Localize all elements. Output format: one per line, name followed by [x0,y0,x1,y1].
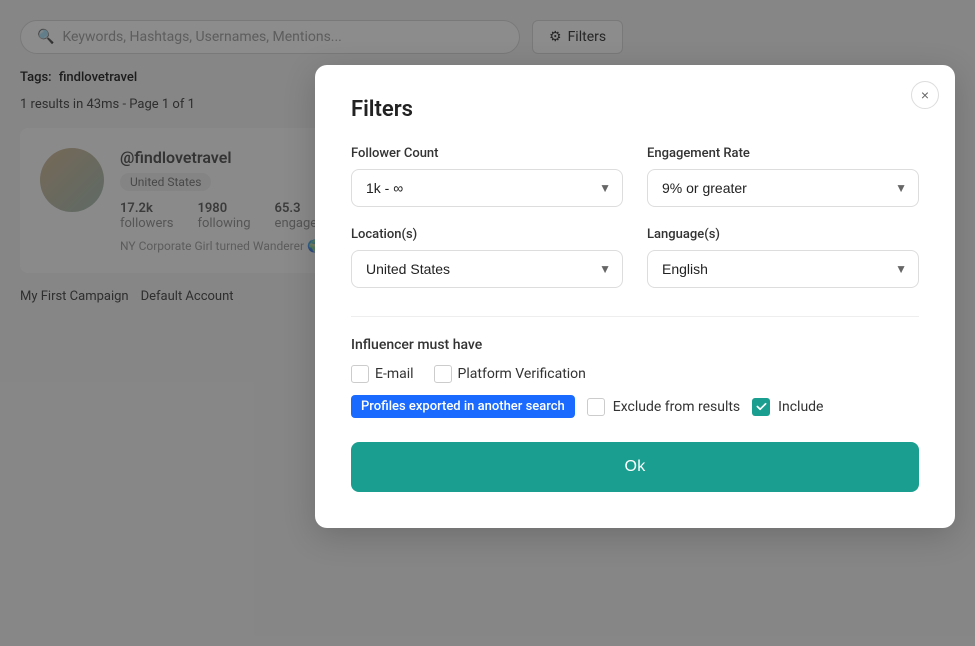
include-label: Include [778,399,823,415]
engagement-rate-select-wrapper: 9% or greater Any 1% or greater 3% or gr… [647,169,919,207]
platform-verification-checkbox[interactable] [434,365,452,383]
languages-group: Language(s) English Spanish French Germa… [647,227,919,288]
influencer-must-have-label: Influencer must have [351,337,919,353]
overlay: × Filters Follower Count 1k - ∞ Any 10k+… [0,0,975,646]
filters-grid: Follower Count 1k - ∞ Any 10k+ 100k+ 1M+… [351,146,919,288]
locations-group: Location(s) United States United Kingdom… [351,227,623,288]
engagement-rate-label: Engagement Rate [647,146,919,161]
locations-select-wrapper: United States United Kingdom Canada Aust… [351,250,623,288]
divider [351,316,919,317]
follower-count-group: Follower Count 1k - ∞ Any 10k+ 100k+ 1M+… [351,146,623,207]
include-row: Include [752,398,823,416]
checkboxes-row: E-mail Platform Verification [351,365,919,383]
profiles-section: Profiles exported in another search Excl… [351,395,823,418]
email-label: E-mail [375,366,414,382]
close-button[interactable]: × [911,81,939,109]
languages-select-wrapper: English Spanish French German ▼ [647,250,919,288]
must-have-left: Influencer must have E-mail Platform Ver… [351,337,919,383]
ok-button[interactable]: Ok [351,442,919,492]
platform-verification-label: Platform Verification [458,366,586,382]
modal-title: Filters [351,97,919,122]
locations-label: Location(s) [351,227,623,242]
exclude-checkbox[interactable] [587,398,605,416]
engagement-rate-select[interactable]: 9% or greater Any 1% or greater 3% or gr… [647,169,919,207]
follower-count-select[interactable]: 1k - ∞ Any 10k+ 100k+ 1M+ [351,169,623,207]
languages-label: Language(s) [647,227,919,242]
include-checkbox[interactable] [752,398,770,416]
languages-select[interactable]: English Spanish French German [647,250,919,288]
exclude-row: Exclude from results [587,398,740,416]
filters-modal: × Filters Follower Count 1k - ∞ Any 10k+… [315,65,955,528]
follower-count-label: Follower Count [351,146,623,161]
follower-count-select-wrapper: 1k - ∞ Any 10k+ 100k+ 1M+ ▼ [351,169,623,207]
email-checkbox-item[interactable]: E-mail [351,365,414,383]
engagement-rate-group: Engagement Rate 9% or greater Any 1% or … [647,146,919,207]
platform-verification-checkbox-item[interactable]: Platform Verification [434,365,586,383]
must-have-section: Influencer must have E-mail Platform Ver… [351,337,919,418]
profiles-badge: Profiles exported in another search [351,395,575,418]
email-checkbox[interactable] [351,365,369,383]
exclude-label: Exclude from results [613,399,740,415]
locations-select[interactable]: United States United Kingdom Canada Aust… [351,250,623,288]
